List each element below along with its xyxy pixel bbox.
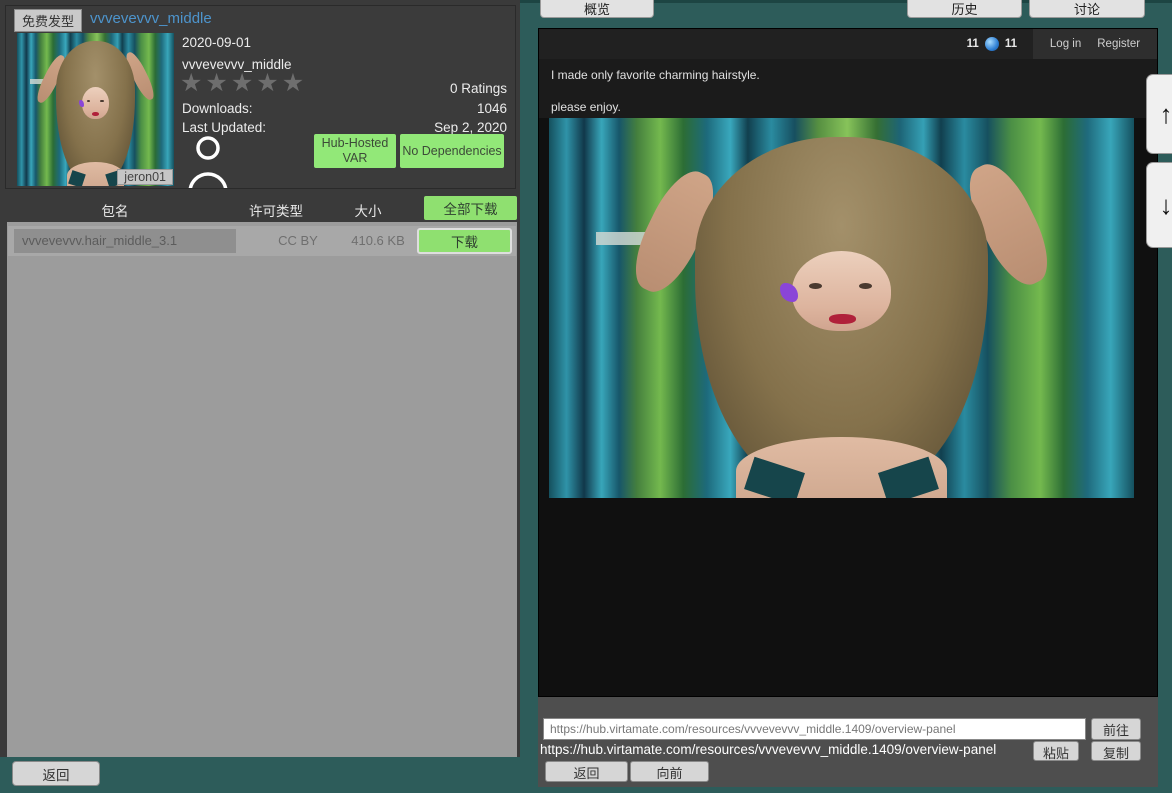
tab-overview[interactable]: 概览: [540, 0, 654, 18]
category-badge: 免费发型: [14, 9, 82, 32]
post-text: please enjoy.: [551, 100, 621, 114]
scroll-up-button[interactable]: ↑: [1146, 74, 1172, 154]
browser-forward-button[interactable]: 向前: [630, 761, 709, 782]
hub-hosted-tag: Hub-Hosted VAR: [314, 134, 396, 168]
resource-image: [549, 118, 1134, 498]
scroll-down-icon: ↓: [1160, 190, 1172, 221]
author-label: jeron01: [117, 169, 173, 185]
ratings-count: 0 Ratings: [450, 81, 507, 96]
thumbnail-image[interactable]: jeron01: [17, 33, 174, 186]
post-text: I made only favorite charming hairstyle.: [551, 68, 760, 82]
table-row: vvvevevvv.hair_middle_3.1 CC BY 410.6 KB…: [8, 226, 516, 256]
header-package: 包名: [80, 200, 150, 220]
last-updated-value: Sep 2, 2020: [434, 120, 507, 135]
scroll-up-icon: ↑: [1160, 99, 1172, 130]
downloads-value: 1046: [477, 101, 507, 116]
reaction-counts: 11 11: [967, 37, 1017, 51]
resource-info-card: 免费发型 vvvevevvv_middle jeron0: [5, 5, 516, 189]
panel-back-button[interactable]: 返回: [12, 761, 100, 786]
portrait-art: [17, 33, 174, 186]
star-icon: ★: [180, 69, 205, 97]
tab-history[interactable]: 历史: [907, 0, 1022, 18]
app-root: 免费发型 vvvevevvv_middle jeron0: [0, 0, 1172, 793]
no-dependencies-tag: No Dependencies: [400, 134, 504, 168]
url-display: https://hub.virtamate.com/resources/vvve…: [540, 742, 996, 757]
downloads-label: Downloads:: [182, 101, 253, 116]
last-updated-label: Last Updated:: [182, 120, 266, 135]
star-icon: ★: [282, 69, 307, 97]
go-button[interactable]: 前往: [1091, 718, 1141, 740]
webview-topbar: 11 11 Log in Register: [539, 29, 1157, 59]
scroll-down-button[interactable]: ↓: [1146, 162, 1172, 248]
reaction-count-right: 11: [1005, 38, 1017, 50]
license-cell: CC BY: [263, 226, 333, 256]
download-all-button[interactable]: 全部下载: [424, 196, 517, 220]
package-list: vvvevevvv.hair_middle_3.1 CC BY 410.6 KB…: [7, 222, 517, 757]
tab-discussion[interactable]: 讨论: [1029, 0, 1145, 18]
header-size: 大小: [338, 200, 398, 220]
auth-links: Log in Register: [1033, 29, 1157, 59]
download-button[interactable]: 下载: [417, 228, 512, 254]
paste-button[interactable]: 粘贴: [1033, 741, 1079, 761]
star-icon: ★: [256, 69, 281, 97]
left-panel: 免费发型 vvvevevvv_middle jeron0: [0, 0, 520, 757]
resource-title[interactable]: vvvevevvv_middle: [90, 10, 212, 27]
star-icon: ★: [205, 69, 230, 97]
browser-back-button[interactable]: 返回: [545, 761, 628, 782]
size-cell: 410.6 KB: [338, 226, 418, 256]
reaction-count-left: 11: [967, 38, 979, 50]
header-license: 许可类型: [241, 200, 311, 220]
post-body: I made only favorite charming hairstyle.…: [539, 59, 1157, 118]
webview: 11 11 Log in Register I made only favori…: [538, 28, 1158, 697]
login-link[interactable]: Log in: [1050, 38, 1081, 50]
resource-date: 2020-09-01: [182, 35, 251, 50]
url-input[interactable]: [543, 718, 1086, 740]
reaction-icon: [985, 37, 999, 51]
browser-toolbar: 前往 https://hub.virtamate.com/resources/v…: [538, 697, 1158, 787]
register-link[interactable]: Register: [1097, 38, 1140, 50]
package-name-cell[interactable]: vvvevevvv.hair_middle_3.1: [14, 229, 236, 253]
portrait-art: [549, 118, 1134, 498]
copy-button[interactable]: 复制: [1091, 741, 1141, 761]
rating-stars: ★★★★★: [180, 68, 307, 98]
star-icon: ★: [231, 69, 256, 97]
person-icon: [186, 134, 230, 189]
